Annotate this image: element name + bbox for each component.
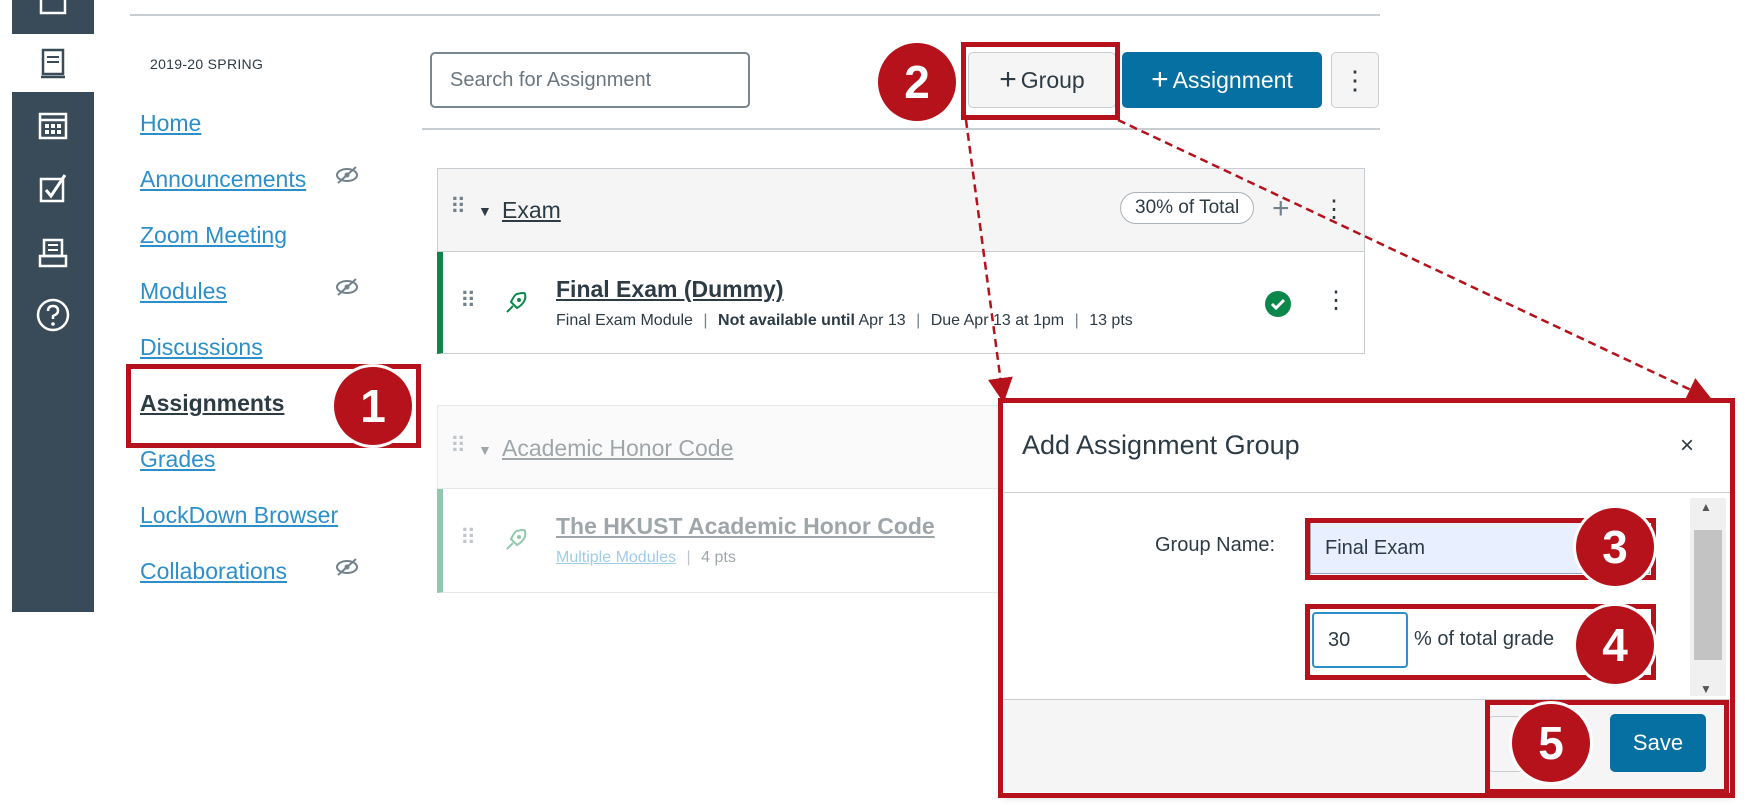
due-date: Due Apr 13 at 1pm xyxy=(930,312,1065,329)
collapse-caret-icon[interactable]: ▼ xyxy=(478,442,492,458)
drag-handle-icon[interactable]: ⠿ xyxy=(450,194,466,220)
drag-handle-icon[interactable]: ⠿ xyxy=(460,288,476,314)
eye-slash-icon xyxy=(335,277,359,302)
callout-number-3: 3 xyxy=(1576,508,1654,586)
global-nav xyxy=(12,0,94,612)
course-nav-announcements[interactable]: Announcements xyxy=(140,166,306,193)
assignment-meta: Final Exam Module | Not available until … xyxy=(556,312,1133,329)
drag-handle-icon[interactable]: ⠿ xyxy=(460,525,476,551)
eye-slash-icon xyxy=(335,557,359,582)
term-label: 2019-20 SPRING xyxy=(150,56,264,72)
course-nav-modules[interactable]: Modules xyxy=(140,278,227,305)
callout-number-4: 4 xyxy=(1576,606,1654,684)
assignment-kebab-icon[interactable]: ⋮ xyxy=(1324,286,1348,315)
drag-handle-icon[interactable]: ⠿ xyxy=(450,433,466,459)
group-kebab-icon[interactable]: ⋮ xyxy=(1322,195,1346,224)
callout-number-1: 1 xyxy=(334,367,412,445)
published-check-icon[interactable] xyxy=(1264,290,1292,323)
course-nav-grades[interactable]: Grades xyxy=(140,446,215,473)
assignment-meta: Multiple Modules | 4 pts xyxy=(556,549,736,566)
top-divider xyxy=(130,14,1380,16)
todo-checkbox-icon[interactable] xyxy=(12,160,94,218)
add-assignment-label: Assignment xyxy=(1172,66,1293,93)
availability-label: Not available until xyxy=(718,312,855,329)
assignment-title-honor-code[interactable]: The HKUST Academic Honor Code xyxy=(556,513,935,540)
calendar-icon[interactable] xyxy=(12,96,94,154)
add-to-group-icon[interactable]: + xyxy=(1272,192,1290,226)
assignment-title-final-exam[interactable]: Final Exam (Dummy) xyxy=(556,276,784,303)
course-nav-collaborations[interactable]: Collaborations xyxy=(140,558,287,585)
course-nav-lockdown-browser[interactable]: LockDown Browser xyxy=(140,502,338,529)
assignment-row xyxy=(437,252,1365,354)
assignment-rocket-icon xyxy=(503,290,529,321)
points: 13 pts xyxy=(1089,312,1133,329)
add-assignment-button[interactable]: + Assignment xyxy=(1122,52,1322,108)
plus-icon: + xyxy=(1151,63,1169,96)
group-title-exam[interactable]: Exam xyxy=(502,197,561,224)
dashboard-icon[interactable] xyxy=(12,0,94,28)
academic-honor-group: ⠿ ▼ Academic Honor Code ⠿ The HKUST Acad… xyxy=(437,405,1007,593)
points: 4 pts xyxy=(701,549,736,566)
search-assignment-input[interactable]: Search for Assignment xyxy=(430,52,750,108)
help-icon[interactable] xyxy=(12,286,94,344)
assignment-rocket-icon xyxy=(503,527,529,558)
more-options-button[interactable]: ⋮ xyxy=(1331,52,1379,108)
multiple-modules-link[interactable]: Multiple Modules xyxy=(556,549,676,566)
course-nav-zoom-meeting[interactable]: Zoom Meeting xyxy=(140,222,287,249)
callout-number-2: 2 xyxy=(878,43,956,121)
courses-icon[interactable] xyxy=(12,34,94,92)
group-weight-badge: 30% of Total xyxy=(1120,192,1255,224)
collapse-caret-icon[interactable]: ▼ xyxy=(478,203,492,219)
callout-highlight-group-button xyxy=(961,42,1120,120)
toolbar-divider xyxy=(422,128,1380,130)
assignment-module: Final Exam Module xyxy=(556,312,693,329)
course-nav-discussions[interactable]: Discussions xyxy=(140,334,263,361)
eye-slash-icon xyxy=(335,165,359,190)
callout-number-5: 5 xyxy=(1512,704,1590,782)
course-nav-home[interactable]: Home xyxy=(140,110,201,137)
group-title-academic-honor-code[interactable]: Academic Honor Code xyxy=(502,435,733,462)
availability-date: Apr 13 xyxy=(858,312,906,329)
inbox-icon[interactable] xyxy=(12,224,94,282)
